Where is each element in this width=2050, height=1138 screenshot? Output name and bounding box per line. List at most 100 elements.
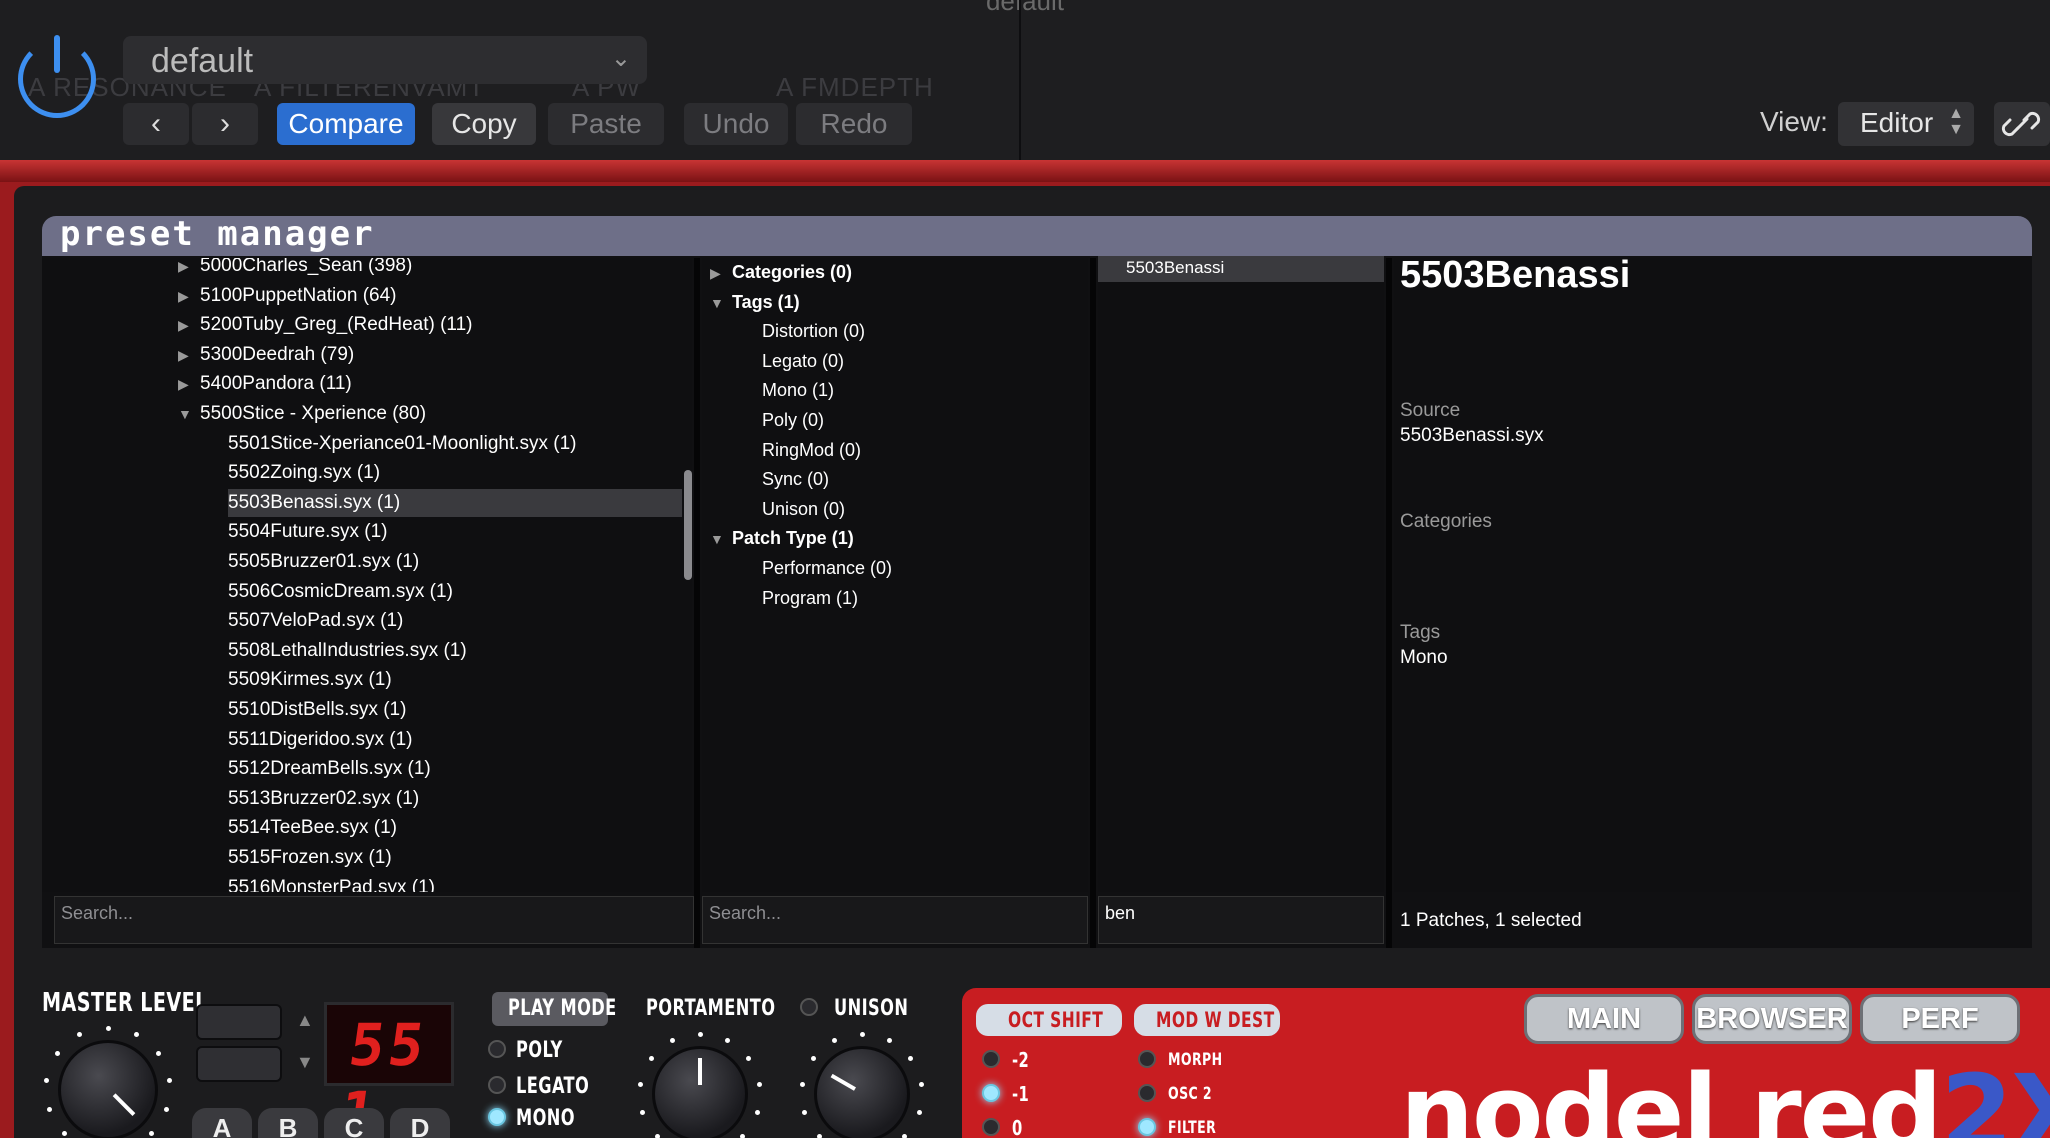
copy-button[interactable]: Copy [432, 103, 536, 145]
paste-button[interactable]: Paste [548, 103, 664, 145]
tree-patch-item[interactable]: 5504Future.syx (1) [228, 518, 387, 546]
tree-patch-item[interactable]: 5510DistBells.syx (1) [228, 696, 406, 724]
program-bank-c-button[interactable]: C [324, 1108, 384, 1138]
link-button[interactable] [1994, 102, 2050, 146]
tag-item[interactable]: Poly (0) [762, 406, 824, 434]
tree-bank-item[interactable]: ▼ 5500Stice - Xperience (80) [178, 400, 426, 428]
program-bank-a-button[interactable]: A [192, 1108, 252, 1138]
triangle-right-icon[interactable]: ▶ [710, 259, 732, 287]
tree-patch-item[interactable]: 5507VeloPad.syx (1) [228, 607, 403, 635]
triangle-right-icon[interactable]: ▶ [178, 258, 200, 280]
tree-bank-item[interactable]: ▶ 5300Deedrah (79) [178, 341, 354, 369]
poly-led[interactable] [488, 1040, 506, 1058]
undo-button[interactable]: Undo [684, 103, 788, 145]
tree-item-label: 5516MonsterPad.syx (1) [228, 876, 435, 892]
tag-item[interactable]: Sync (0) [762, 465, 829, 493]
tree-patch-item[interactable]: 5505Bruzzer01.syx (1) [228, 548, 419, 576]
oct-zero-label: 0 [1012, 1116, 1023, 1138]
tree-item-label: 5511Digeridoo.syx (1) [228, 728, 413, 750]
tree-patch-item[interactable]: 5509Kirmes.syx (1) [228, 666, 392, 694]
tree-bank-item[interactable]: ▶ 5200Tuby_Greg_(RedHeat) (11) [178, 311, 472, 339]
up-arrow-icon[interactable]: ▲ [296, 1010, 314, 1031]
tree-patch-item[interactable]: 5514TeeBee.syx (1) [228, 814, 397, 842]
tree-patch-item[interactable]: 5515Frozen.syx (1) [228, 844, 392, 872]
triangle-right-icon[interactable]: ▶ [178, 341, 200, 369]
tree-patch-item[interactable]: 5511Digeridoo.syx (1) [228, 726, 412, 754]
frame-rim [0, 160, 2050, 182]
tree-item-label: 5514TeeBee.syx (1) [228, 817, 397, 839]
preset-select[interactable]: default ⌄ [123, 36, 647, 84]
triangle-right-icon[interactable]: ▶ [178, 311, 200, 339]
browser-view-button[interactable]: BROWSER [1692, 994, 1852, 1044]
tag-item-label: Program (1) [762, 587, 859, 608]
tree-patch-item[interactable]: 5512DreamBells.syx (1) [228, 755, 431, 783]
power-icon[interactable] [18, 35, 96, 118]
tree-patch-item[interactable]: 5503Benassi.syx (1) [228, 488, 682, 517]
tag-item-label: Categories (0) [732, 262, 853, 282]
morph-led[interactable] [1138, 1050, 1156, 1068]
tree-bank-item[interactable]: ▶ 5400Pandora (11) [178, 370, 352, 398]
tree-item-label: 5510DistBells.syx (1) [228, 699, 407, 720]
triangle-right-icon[interactable]: ▶ [178, 370, 200, 398]
bank-tree-panel: ▶ 5000Charles_Sean (398) ▶ 5100PuppetNation… [42, 258, 692, 892]
tag-item[interactable]: Program (1) [762, 584, 858, 612]
legato-label: LEGATO [516, 1074, 590, 1099]
view-select[interactable]: Editor ▲ ▼ [1838, 102, 1974, 146]
oct-zero-led[interactable] [982, 1118, 1000, 1136]
tree-patch-item[interactable]: 5513Bruzzer02.syx (1) [228, 785, 419, 813]
tag-item[interactable]: RingMod (0) [762, 436, 861, 464]
perf-view-button[interactable]: PERF [1860, 994, 2020, 1044]
tree-patch-item[interactable]: 5516MonsterPad.syx (1) [228, 874, 435, 892]
tag-group-header[interactable]: ▼ Tags (1) [710, 288, 800, 316]
unison-knob[interactable] [814, 1046, 910, 1138]
tag-group-header[interactable]: ▼ Patch Type (1) [710, 524, 854, 552]
patch-search-input[interactable]: ben [1098, 896, 1384, 944]
tree-patch-item[interactable]: 5508LethalIndustries.syx (1) [228, 637, 467, 665]
oct-minus2-led[interactable] [982, 1050, 1000, 1068]
tree-patch-item[interactable]: 5502Zoing.syx (1) [228, 459, 380, 487]
tag-item[interactable]: Legato (0) [762, 347, 844, 375]
patch-list-item[interactable]: 5503Benassi [1098, 256, 1384, 282]
tag-item[interactable]: Distortion (0) [762, 317, 865, 345]
tree-bank-item[interactable]: ▶ 5000Charles_Sean (398) [178, 258, 412, 280]
tree-search-input[interactable]: Search... [54, 896, 694, 944]
tag-item[interactable]: Performance (0) [762, 554, 892, 582]
master-level-knob[interactable] [58, 1040, 158, 1138]
triangle-down-icon[interactable]: ▼ [710, 525, 732, 553]
tree-item-label: 5515Frozen.syx (1) [228, 847, 392, 868]
portamento-knob[interactable] [652, 1046, 748, 1138]
main-view-button[interactable]: MAIN [1524, 994, 1684, 1044]
prev-preset-button[interactable]: ‹ [123, 103, 189, 145]
down-arrow-icon[interactable]: ▼ [296, 1052, 314, 1073]
master-level-label: MASTER LEVEL [42, 988, 208, 1018]
tag-item[interactable]: Mono (1) [762, 376, 834, 404]
triangle-down-icon[interactable]: ▼ [178, 400, 200, 428]
tag-item[interactable]: Unison (0) [762, 495, 845, 523]
program-up-button[interactable] [196, 1004, 282, 1040]
tree-scrollbar[interactable] [684, 470, 692, 580]
tree-item-label: 5100PuppetNation (64) [200, 284, 397, 306]
triangle-right-icon[interactable]: ▶ [178, 282, 200, 310]
program-down-button[interactable] [196, 1046, 282, 1082]
redo-button[interactable]: Redo [796, 103, 912, 145]
tree-bank-item[interactable]: ▶ 5100PuppetNation (64) [178, 282, 396, 310]
mono-led[interactable] [488, 1108, 506, 1126]
knob-scale-dot [105, 1025, 111, 1031]
legato-led[interactable] [488, 1076, 506, 1094]
compare-button[interactable]: Compare [277, 103, 415, 145]
tree-patch-item[interactable]: 5506CosmicDream.syx (1) [228, 578, 453, 606]
tags-panel: ▶ Categories (0) ▼ Tags (1) Distortion (0) Le… [702, 258, 1088, 892]
tag-group-header[interactable]: ▶ Categories (0) [710, 258, 852, 286]
portamento-label: PORTAMENTO [646, 996, 776, 1021]
osc2-led[interactable] [1138, 1084, 1156, 1102]
program-bank-b-button[interactable]: B [258, 1108, 318, 1138]
next-preset-button[interactable]: › [192, 103, 258, 145]
tags-search-input[interactable]: Search... [702, 896, 1088, 944]
view-label: View: [1760, 106, 1828, 137]
tree-patch-item[interactable]: 5501Stice-Xperiance01-Moonlight.syx (1) [228, 430, 577, 458]
unison-led[interactable] [800, 998, 818, 1016]
oct-minus1-led[interactable] [982, 1084, 1000, 1102]
filter-led[interactable] [1138, 1118, 1156, 1136]
program-bank-d-button[interactable]: D [390, 1108, 450, 1138]
triangle-down-icon[interactable]: ▼ [710, 289, 732, 317]
